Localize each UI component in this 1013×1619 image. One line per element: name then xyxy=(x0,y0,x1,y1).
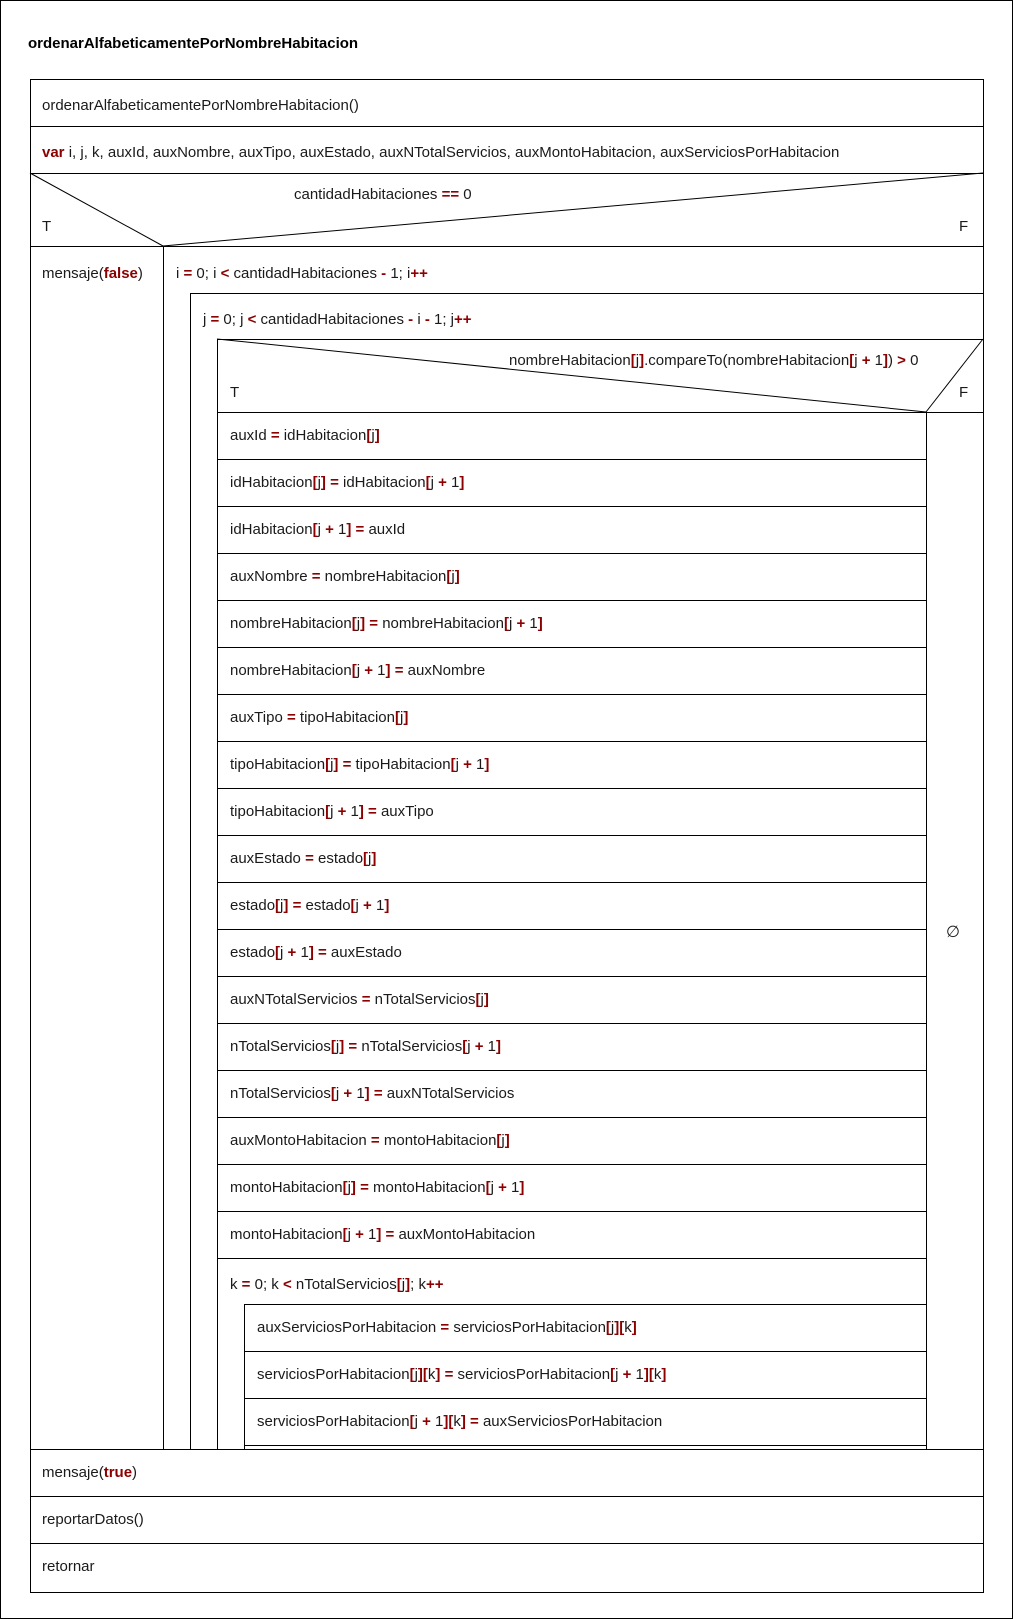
swap-statement: auxNombre = nombreHabitacion[j] xyxy=(230,568,460,585)
swap-statement: auxNTotalServicios = nTotalServicios[j] xyxy=(230,991,489,1008)
swap-statement-divider xyxy=(217,976,926,977)
if2-condition: nombreHabitacion[j].compareTo(nombreHabi… xyxy=(509,352,919,369)
if2-diagonal-left xyxy=(216,338,927,413)
footer-statement: retornar xyxy=(42,1558,95,1575)
if2-false-label: F xyxy=(959,384,969,401)
swap-statement-divider xyxy=(217,1117,926,1118)
swap-statement: auxEstado = estado[j] xyxy=(230,850,377,867)
swap-statement-divider xyxy=(217,741,926,742)
if1-condition: cantidadHabitaciones == 0 xyxy=(294,186,472,203)
loop-i-header: i = 0; i < cantidadHabitaciones - 1; i++ xyxy=(176,265,428,282)
swap-statement: tipoHabitacion[j + 1] = auxTipo xyxy=(230,803,434,820)
swap-statement: idHabitacion[j + 1] = auxId xyxy=(230,521,406,538)
loop-j-header: j = 0; j < cantidadHabitaciones - i - 1;… xyxy=(203,311,472,328)
swap-statement-divider xyxy=(217,600,926,601)
loop-k-statement: serviciosPorHabitacion[j + 1][k] = auxSe… xyxy=(257,1413,663,1430)
swap-statement: tipoHabitacion[j] = tipoHabitacion[j + 1… xyxy=(230,756,490,773)
swap-statement: auxMontoHabitacion = montoHabitacion[j] xyxy=(230,1132,510,1149)
swap-statement-divider xyxy=(217,506,926,507)
if1-diagonal-right xyxy=(162,172,984,247)
loop-k-statement: auxServiciosPorHabitacion = serviciosPor… xyxy=(257,1319,637,1336)
swap-statement-divider xyxy=(217,1211,926,1212)
swap-statement: nombreHabitacion[j] = nombreHabitacion[j… xyxy=(230,615,543,632)
swap-statement-divider xyxy=(217,929,926,930)
footer-statement: mensaje(true) xyxy=(42,1464,138,1481)
header-call: ordenarAlfabeticamentePorNombreHabitacio… xyxy=(42,97,359,114)
swap-statement-divider xyxy=(217,882,926,883)
var-declaration: var i, j, k, auxId, auxNombre, auxTipo, … xyxy=(42,144,840,161)
swap-statement-divider xyxy=(217,835,926,836)
swap-statement: nTotalServicios[j] = nTotalServicios[j +… xyxy=(230,1038,501,1055)
loop-k-statement: serviciosPorHabitacion[j][k] = servicios… xyxy=(257,1366,667,1383)
loop-k-header: k = 0; k < nTotalServicios[j]; k++ xyxy=(230,1276,444,1293)
swap-statement: montoHabitacion[j] = montoHabitacion[j +… xyxy=(230,1179,525,1196)
if1-true-branch: mensaje(false) xyxy=(42,265,143,282)
swap-statement-divider xyxy=(217,647,926,648)
swap-statement-divider xyxy=(217,1164,926,1165)
swap-statement: montoHabitacion[j + 1] = auxMontoHabitac… xyxy=(230,1226,536,1243)
swap-statement: estado[j] = estado[j + 1] xyxy=(230,897,390,914)
swap-statement: auxId = idHabitacion[j] xyxy=(230,427,380,444)
loop-k-statement-divider xyxy=(244,1398,926,1399)
if2-true-label: T xyxy=(230,384,240,401)
swap-statement: auxTipo = tipoHabitacion[j] xyxy=(230,709,409,726)
swap-statement: estado[j + 1] = auxEstado xyxy=(230,944,402,961)
swap-statement: idHabitacion[j] = idHabitacion[j + 1] xyxy=(230,474,465,491)
swap-statement-divider xyxy=(217,1023,926,1024)
swap-statement-divider xyxy=(217,694,926,695)
swap-statement-divider xyxy=(217,1070,926,1071)
swap-statement: nombreHabitacion[j + 1] = auxNombre xyxy=(230,662,486,679)
if2-diagonal-right xyxy=(925,338,984,413)
footer-statement: reportarDatos() xyxy=(42,1511,144,1528)
if2-false-branch-empty: ∅ xyxy=(946,924,960,941)
swap-statement-divider xyxy=(217,459,926,460)
swap-statement-divider xyxy=(217,788,926,789)
loop-k-statement-divider xyxy=(244,1351,926,1352)
if1-true-label: T xyxy=(42,218,52,235)
loop-k-statement-divider xyxy=(244,1445,926,1446)
if1-false-label: F xyxy=(959,218,969,235)
swap-statement: nTotalServicios[j + 1] = auxNTotalServic… xyxy=(230,1085,515,1102)
swap-statement-divider xyxy=(217,553,926,554)
swap-statement-divider xyxy=(217,1258,926,1259)
